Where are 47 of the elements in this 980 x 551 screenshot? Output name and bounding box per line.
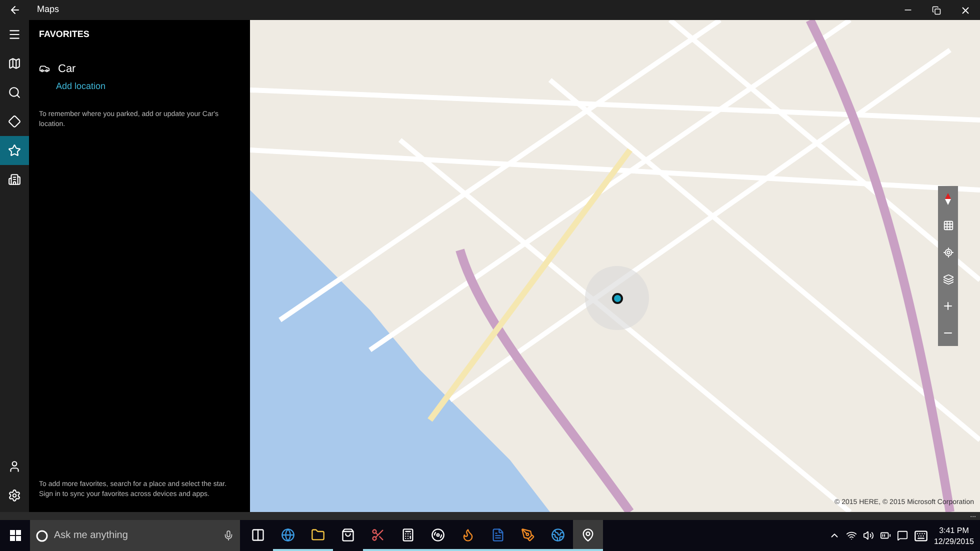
globe-icon xyxy=(551,528,565,542)
close-icon xyxy=(960,4,971,16)
nav-button[interactable] xyxy=(0,136,29,165)
clock-time: 3:41 PM xyxy=(939,524,969,536)
battery-icon xyxy=(880,530,891,541)
clock-date: 12/29/2015 xyxy=(934,536,974,546)
search-placeholder: Ask me anything xyxy=(54,529,129,543)
calculator-icon xyxy=(401,528,415,542)
message-icon xyxy=(896,530,908,541)
windows-logo-icon xyxy=(10,530,20,541)
back-arrow-icon xyxy=(8,4,20,16)
disc-icon xyxy=(431,528,445,542)
menu-icon xyxy=(8,28,21,41)
locate-icon xyxy=(942,247,954,258)
taskbar-search-field[interactable]: Ask me anything xyxy=(30,520,240,551)
panel-heading: FAVORITES xyxy=(39,28,90,41)
plus-icon xyxy=(942,300,954,312)
document-icon xyxy=(491,528,505,542)
map-pin-icon xyxy=(581,528,595,542)
window-title: Maps xyxy=(37,3,60,16)
task-view-icon xyxy=(251,528,265,542)
car-icon xyxy=(39,63,50,74)
search-icon xyxy=(8,86,21,99)
star-icon xyxy=(8,144,21,157)
building-icon xyxy=(8,173,21,186)
layers-icon xyxy=(942,274,954,285)
flame-icon xyxy=(461,528,475,542)
favorite-name: Car xyxy=(58,62,76,76)
speaker-icon xyxy=(862,530,874,541)
diamond-icon xyxy=(8,115,21,128)
restore-icon xyxy=(932,6,941,14)
microphone-icon xyxy=(223,530,234,541)
circle-icon xyxy=(36,530,48,542)
map-icon xyxy=(8,57,21,70)
scissors-icon xyxy=(371,528,385,542)
compass-needle-icon xyxy=(945,193,951,206)
add-location-link[interactable]: Add location xyxy=(56,80,240,94)
settings-icon xyxy=(8,489,21,502)
folder-icon xyxy=(311,528,325,542)
grid-icon xyxy=(942,220,954,232)
wifi-icon xyxy=(846,530,857,541)
pen-icon xyxy=(521,528,535,542)
taskbar-app-button[interactable] xyxy=(573,520,603,551)
person-icon xyxy=(8,460,21,473)
keyboard-icon xyxy=(914,528,928,542)
shopping-bag-icon xyxy=(341,528,355,542)
browser-icon xyxy=(281,528,295,542)
